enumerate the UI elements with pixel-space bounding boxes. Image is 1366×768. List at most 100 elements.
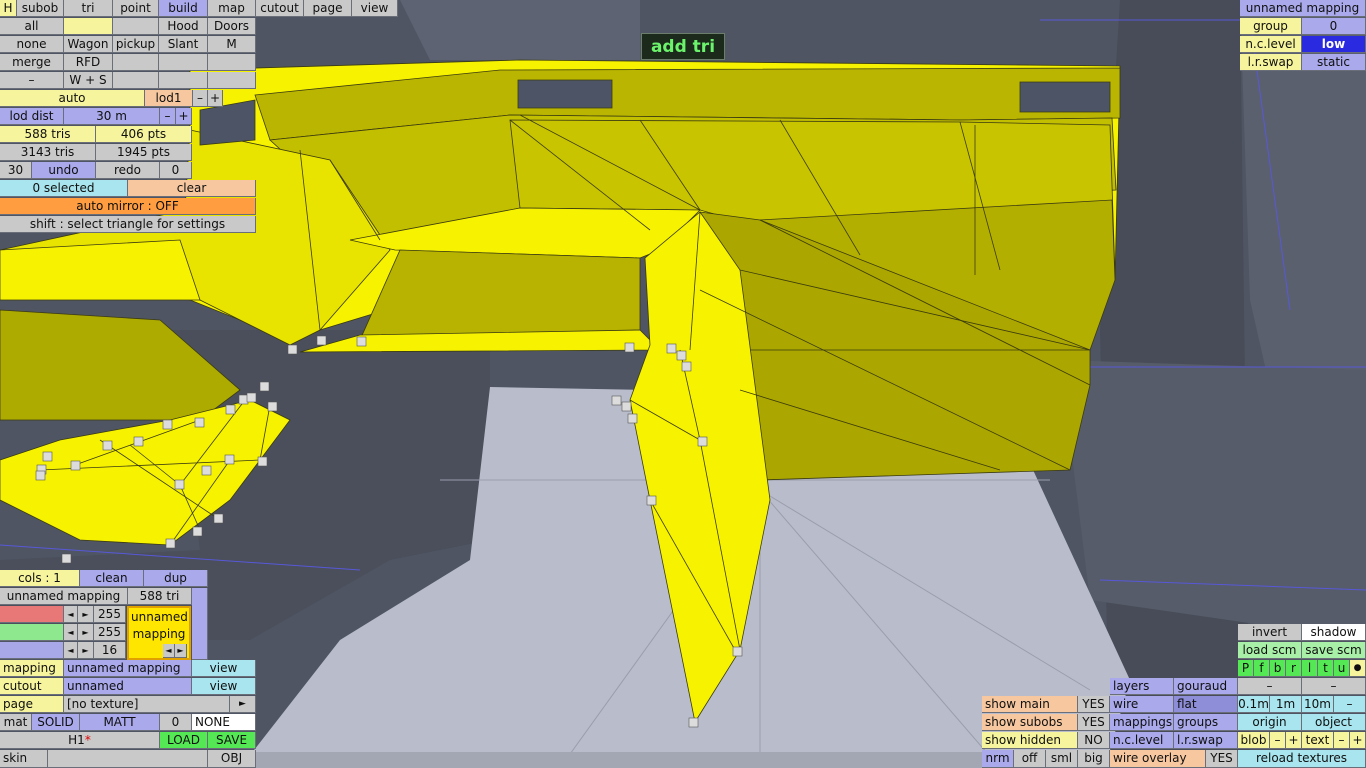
view-p-button[interactable]: P bbox=[1238, 660, 1254, 677]
scale-01m-button[interactable]: 0.1m bbox=[1238, 696, 1270, 713]
load-button[interactable]: LOAD bbox=[160, 732, 208, 749]
lr-swap-view-button[interactable]: l.r.swap bbox=[1174, 732, 1238, 749]
nrm-button[interactable]: nrm bbox=[982, 750, 1014, 768]
scale-dash-button[interactable]: – bbox=[1334, 696, 1366, 713]
menu-view[interactable]: view bbox=[352, 0, 398, 17]
lod-level-button[interactable]: lod1 bbox=[145, 90, 193, 107]
pickup-button[interactable]: pickup bbox=[113, 36, 159, 53]
m-button[interactable]: M bbox=[208, 36, 256, 53]
preset-empty-1[interactable] bbox=[113, 18, 159, 35]
blob-minus-button[interactable]: – bbox=[1270, 732, 1286, 749]
gouraud-button[interactable]: gouraud bbox=[1174, 678, 1238, 695]
scale-1m-button[interactable]: 1m bbox=[1270, 696, 1302, 713]
scale-10m-button[interactable]: 10m bbox=[1302, 696, 1334, 713]
lod-dist-plus-button[interactable]: + bbox=[176, 108, 192, 125]
view-r-button[interactable]: r bbox=[1286, 660, 1302, 677]
preset-blank-button[interactable] bbox=[64, 18, 113, 35]
preset-empty-3[interactable] bbox=[159, 54, 208, 71]
dup-button[interactable]: dup bbox=[144, 570, 208, 587]
skin-button[interactable]: skin bbox=[0, 750, 48, 768]
origin-button[interactable]: origin bbox=[1238, 714, 1302, 731]
matt-button[interactable]: MATT bbox=[80, 714, 160, 731]
dash-button-2[interactable]: – bbox=[1302, 678, 1366, 695]
clear-selection-button[interactable]: clear bbox=[128, 180, 256, 197]
solid-button[interactable]: SOLID bbox=[32, 714, 80, 731]
shadow-button[interactable]: shadow bbox=[1302, 624, 1366, 641]
lod-plus-button[interactable]: + bbox=[208, 90, 223, 107]
none-field[interactable]: NONE bbox=[192, 714, 256, 731]
menu-map[interactable]: map bbox=[208, 0, 256, 17]
merge-button[interactable]: merge bbox=[0, 54, 64, 71]
dash-button-1[interactable]: – bbox=[1238, 678, 1302, 695]
page-value[interactable]: [no texture] bbox=[64, 696, 230, 713]
blob-plus-button[interactable]: + bbox=[1286, 732, 1302, 749]
mapping-value[interactable]: unnamed mapping bbox=[64, 660, 192, 677]
cutout-view-button[interactable]: view bbox=[192, 678, 256, 695]
blue-increase-button[interactable]: ► bbox=[78, 642, 94, 659]
preset-empty-6[interactable] bbox=[159, 72, 208, 89]
object-button[interactable]: object bbox=[1302, 714, 1366, 731]
blue-decrease-button[interactable]: ◄ bbox=[64, 642, 78, 659]
reload-textures-button[interactable]: reload textures bbox=[1238, 750, 1366, 768]
save-scm-button[interactable]: save scm bbox=[1302, 642, 1366, 659]
invert-button[interactable]: invert bbox=[1238, 624, 1302, 641]
show-hidden-toggle[interactable]: NO bbox=[1078, 732, 1110, 749]
text-minus-button[interactable]: – bbox=[1334, 732, 1350, 749]
menu-tri[interactable]: tri bbox=[64, 0, 113, 17]
red-slider[interactable] bbox=[0, 606, 64, 623]
preset-empty-7[interactable] bbox=[208, 72, 256, 89]
green-increase-button[interactable]: ► bbox=[78, 624, 94, 641]
lod-auto-button[interactable]: auto bbox=[0, 90, 145, 107]
doors-button[interactable]: Doors bbox=[208, 18, 256, 35]
wire-button[interactable]: wire bbox=[1110, 696, 1174, 713]
menu-h[interactable]: H bbox=[0, 0, 17, 17]
red-increase-button[interactable]: ► bbox=[78, 606, 94, 623]
red-decrease-button[interactable]: ◄ bbox=[64, 606, 78, 623]
preview-next-button[interactable]: ► bbox=[175, 644, 187, 658]
mapping-color-preview[interactable]: unnamed mapping ◄ ► bbox=[127, 606, 191, 660]
hood-button[interactable]: Hood bbox=[159, 18, 208, 35]
mapping-name-button[interactable]: unnamed mapping bbox=[1240, 0, 1366, 17]
lr-swap-value[interactable]: static bbox=[1302, 54, 1366, 71]
menu-build[interactable]: build bbox=[159, 0, 208, 17]
cols-button[interactable]: cols : 1 bbox=[0, 570, 80, 587]
clean-button[interactable]: clean bbox=[80, 570, 144, 587]
w-plus-s-button[interactable]: W + S bbox=[64, 72, 113, 89]
minus-button[interactable]: – bbox=[0, 72, 64, 89]
view-b-button[interactable]: b bbox=[1270, 660, 1286, 677]
flat-button[interactable]: flat bbox=[1174, 696, 1238, 713]
preview-prev-button[interactable]: ◄ bbox=[163, 644, 175, 658]
auto-mirror-toggle[interactable]: auto mirror : OFF bbox=[0, 198, 256, 215]
lod-dist-minus-button[interactable]: – bbox=[160, 108, 176, 125]
slant-button[interactable]: Slant bbox=[159, 36, 208, 53]
mat-number[interactable]: 0 bbox=[160, 714, 192, 731]
lod-dist-value[interactable]: 30 m bbox=[64, 108, 160, 125]
preset-empty-5[interactable] bbox=[113, 72, 159, 89]
load-scm-button[interactable]: load scm bbox=[1238, 642, 1302, 659]
redo-button[interactable]: redo bbox=[96, 162, 160, 179]
menu-point[interactable]: point bbox=[113, 0, 159, 17]
wire-overlay-toggle[interactable]: YES bbox=[1206, 750, 1238, 768]
sml-button[interactable]: sml bbox=[1046, 750, 1078, 768]
save-button[interactable]: SAVE bbox=[208, 732, 256, 749]
group-value[interactable]: 0 bbox=[1302, 18, 1366, 35]
rfd-button[interactable]: RFD bbox=[64, 54, 113, 71]
undo-button[interactable]: undo bbox=[32, 162, 96, 179]
cutout-value[interactable]: unnamed bbox=[64, 678, 192, 695]
green-decrease-button[interactable]: ◄ bbox=[64, 624, 78, 641]
lod-minus-button[interactable]: – bbox=[193, 90, 208, 107]
obj-button[interactable]: OBJ bbox=[208, 750, 256, 768]
layers-button[interactable]: layers bbox=[1110, 678, 1174, 695]
green-slider[interactable] bbox=[0, 624, 64, 641]
show-subobs-toggle[interactable]: YES bbox=[1078, 714, 1110, 731]
page-next-button[interactable]: ► bbox=[230, 696, 256, 713]
show-main-toggle[interactable]: YES bbox=[1078, 696, 1110, 713]
menu-subob[interactable]: subob bbox=[17, 0, 64, 17]
mapping-name-field[interactable]: unnamed mapping bbox=[0, 588, 128, 605]
off-button[interactable]: off bbox=[1014, 750, 1046, 768]
view-f-button[interactable]: f bbox=[1254, 660, 1270, 677]
groups-button[interactable]: groups bbox=[1174, 714, 1238, 731]
select-none-button[interactable]: none bbox=[0, 36, 64, 53]
menu-cutout[interactable]: cutout bbox=[256, 0, 304, 17]
skin-field[interactable] bbox=[48, 750, 208, 768]
